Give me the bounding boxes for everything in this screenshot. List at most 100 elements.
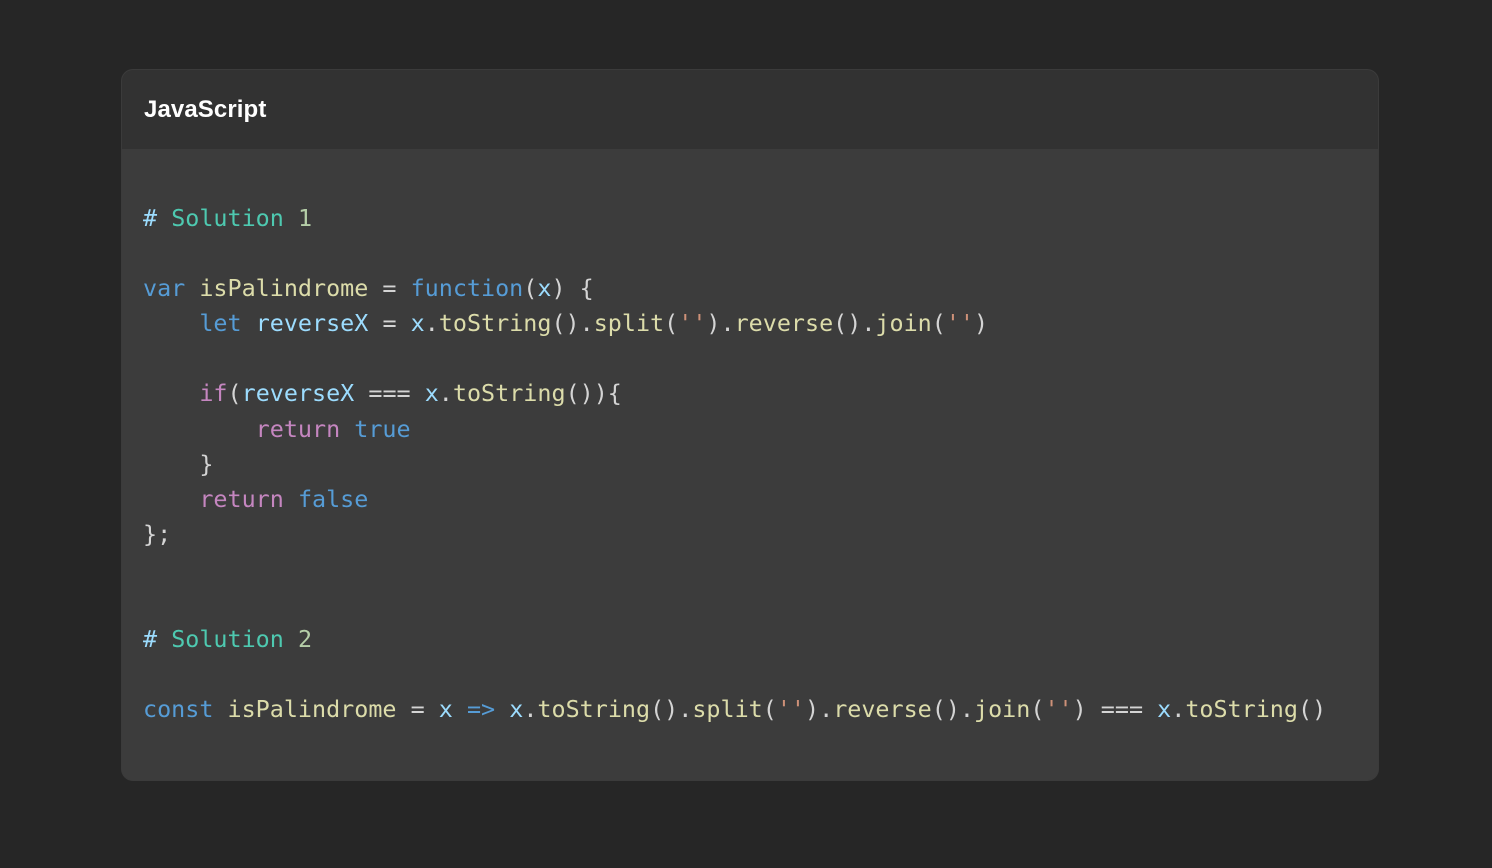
- code-token-control: return: [199, 484, 284, 513]
- code-token-plain: ) ===: [1072, 695, 1158, 724]
- code-token-hash: #: [143, 204, 158, 232]
- code-token-control: return: [255, 414, 341, 443]
- code-token-plain: (: [227, 379, 242, 408]
- code-token-plain: =: [396, 695, 439, 724]
- code-line: # Solution 2: [143, 622, 1378, 657]
- code-token-plain: ().: [650, 695, 693, 724]
- code-token-function: split: [593, 309, 665, 338]
- code-token-variable: x: [1157, 695, 1172, 724]
- code-token-keyword: false: [297, 484, 369, 513]
- code-token-plain: .: [424, 309, 439, 338]
- code-token-plain: =: [368, 274, 411, 303]
- code-token-plain: ().: [931, 695, 975, 724]
- code-line: let reverseX = x.toString().split('').re…: [143, 306, 1378, 341]
- code-token-string: '': [945, 309, 975, 338]
- code-token-plain: ).: [805, 695, 834, 724]
- code-token-function: isPalindrome: [227, 695, 397, 724]
- code-token-variable: reverseX: [241, 379, 355, 408]
- code-token-variable: reverseX: [255, 309, 369, 338]
- code-token-keyword: var: [143, 274, 186, 303]
- code-token-plain: ()){: [565, 379, 622, 408]
- code-token-plain: ().: [551, 309, 594, 338]
- code-token-function: toString: [1185, 695, 1298, 724]
- code-token-control: if: [199, 379, 228, 408]
- code-token-plain: ) {: [551, 274, 594, 303]
- code-token-function: split: [692, 695, 763, 724]
- code-token-plain: (): [1297, 695, 1327, 724]
- language-label: JavaScript: [144, 95, 267, 123]
- code-token-keyword: const: [143, 695, 214, 724]
- code-token-keyword: function: [410, 274, 524, 303]
- code-line: }: [143, 447, 1378, 482]
- code-token-plain: .: [523, 695, 538, 724]
- code-token-variable: x: [438, 695, 453, 724]
- code-token-keyword: true: [354, 414, 411, 443]
- code-token-string: '': [776, 695, 806, 724]
- code-token-plain: (: [523, 274, 538, 303]
- code-token-heading: Solution: [171, 625, 284, 654]
- code-line: if(reverseX === x.toString()){: [143, 376, 1378, 411]
- code-token-plain: ): [974, 309, 989, 338]
- code-content: # Solution 1 var isPalindrome = function(…: [143, 201, 1378, 727]
- code-token-string: '': [1044, 695, 1073, 724]
- code-token-plain: (: [664, 309, 679, 338]
- code-token-plain: ===: [354, 379, 425, 408]
- code-token-function: toString: [452, 379, 566, 408]
- code-token-keyword: =>: [466, 695, 496, 724]
- code-line: return false: [143, 482, 1378, 517]
- code-token-heading: Solution: [171, 204, 284, 232]
- code-token-string: '': [678, 309, 707, 338]
- code-line: return true: [143, 412, 1378, 447]
- code-token-keyword: let: [199, 309, 242, 338]
- code-token-plain: (: [931, 309, 946, 338]
- code-token-function: toString: [438, 309, 552, 338]
- code-token-number: 2: [297, 625, 313, 654]
- code-token-function: isPalindrome: [199, 274, 369, 303]
- code-token-number: 1: [297, 204, 313, 232]
- code-token-function: reverse: [734, 309, 834, 338]
- code-token-plain: (: [762, 695, 777, 724]
- code-token-plain: }: [143, 449, 214, 478]
- code-token-function: join: [875, 309, 932, 338]
- code-token-plain: (: [1030, 695, 1045, 724]
- code-token-plain: .: [438, 379, 453, 408]
- code-token-variable: x: [424, 379, 439, 408]
- code-token-hash: #: [143, 625, 158, 654]
- code-token-function: reverse: [833, 695, 932, 724]
- code-token-function: join: [974, 695, 1031, 724]
- code-token-variable: x: [410, 309, 425, 338]
- code-token-function: toString: [537, 695, 651, 724]
- code-line: var isPalindrome = function(x) {: [143, 271, 1378, 306]
- code-token-plain: ).: [706, 309, 735, 338]
- code-token-variable: x: [509, 695, 524, 724]
- code-token-plain: };: [143, 519, 172, 548]
- code-token-plain: ().: [833, 309, 876, 338]
- code-block-header: JavaScript: [122, 70, 1378, 149]
- code-token-plain: =: [368, 309, 411, 338]
- code-line: const isPalindrome = x => x.toString().s…: [143, 692, 1378, 727]
- code-line: # Solution 1: [143, 201, 1378, 236]
- code-line: };: [143, 517, 1378, 552]
- code-block: JavaScript # Solution 1 var isPalindrome …: [121, 69, 1379, 781]
- code-token-plain: .: [1171, 695, 1186, 724]
